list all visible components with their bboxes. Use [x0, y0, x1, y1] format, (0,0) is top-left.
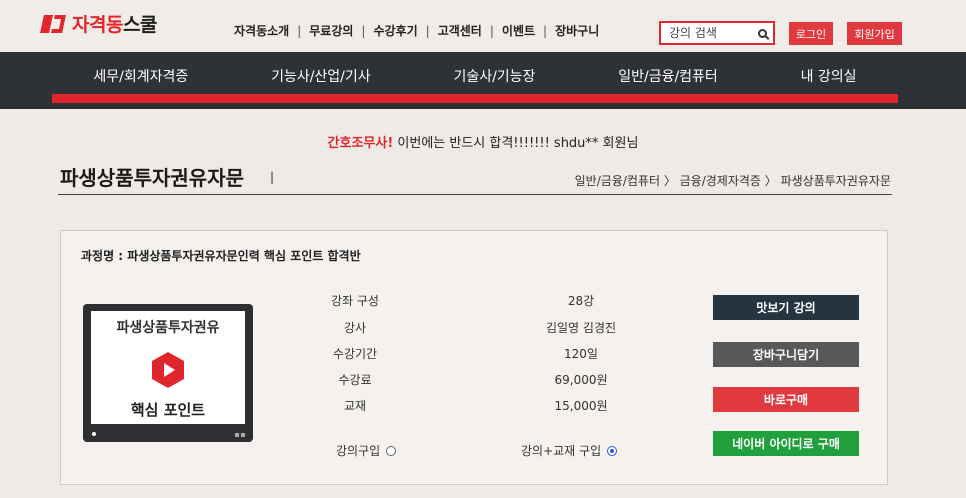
thumbnail-title: 파생상품투자권유 — [116, 320, 220, 336]
nav-separator: | — [297, 23, 302, 38]
category-master-craftsman[interactable]: 기술사/기능장 — [453, 66, 535, 86]
category-technician[interactable]: 기능사/산업/기사 — [271, 66, 371, 86]
category-my-classroom[interactable]: 내 강의실 — [801, 66, 857, 86]
nav-separator: | — [425, 23, 430, 38]
login-button[interactable]: 로그인 — [789, 22, 833, 45]
thumbnail-screen: 파생상품투자권유 핵심 포인트 — [91, 311, 245, 424]
nav-event[interactable]: 이벤트 — [502, 22, 535, 39]
logo-rest: 스쿨 — [122, 14, 157, 36]
nav-separator: | — [543, 23, 548, 38]
category-nav: 세무/회계자격증 기능사/산업/기사 기술사/기능장 일반/금융/컴퓨터 내 강… — [0, 52, 966, 109]
detail-label-lectures: 강좌 구성 — [331, 294, 379, 308]
detail-label-period: 수강기간 — [332, 347, 378, 361]
page-title: 파생상품투자권유자문 — [60, 166, 244, 190]
tablet-camera-icon — [92, 432, 96, 436]
title-rule — [58, 194, 892, 195]
detail-value-lectures: 28강 — [567, 294, 595, 308]
detail-value-period: 120일 — [564, 347, 598, 361]
add-to-cart-button[interactable]: 장바구니담기 — [713, 342, 859, 367]
nav-separator: | — [489, 23, 494, 38]
notice-highlight: 간호조무사! — [327, 136, 394, 151]
search-icon[interactable] — [758, 28, 767, 38]
site-logo[interactable]: 자격동스쿨 — [42, 10, 157, 37]
search-box — [659, 21, 775, 45]
notice-ticker: 간호조무사! 이번에는 반드시 합격!!!!!!! shdu** 회원님 — [0, 132, 966, 151]
detail-value-textbook: 15,000원 — [554, 399, 608, 413]
nav-free-lectures[interactable]: 무료강의 — [309, 22, 353, 39]
logo-text: 자격동스쿨 — [72, 10, 157, 37]
buy-now-button[interactable]: 바로구매 — [713, 387, 859, 412]
radio-lecture-only[interactable] — [386, 445, 397, 456]
notice-text: 이번에는 반드시 합격!!!!!!! shdu** 회원님 — [397, 136, 639, 151]
nav-cart[interactable]: 장바구니 — [555, 22, 599, 39]
nav-customer-center[interactable]: 고객센터 — [438, 22, 482, 39]
thumbnail-subtitle: 핵심 포인트 — [130, 401, 206, 419]
option-lecture-only[interactable]: 강의구입 — [336, 442, 397, 459]
radio-lecture-book[interactable] — [607, 445, 618, 456]
category-tax-accounting[interactable]: 세무/회계자격증 — [93, 66, 188, 86]
detail-label-textbook: 교재 — [343, 399, 367, 413]
option-lecture-book-label: 강의+교재 구입 — [521, 444, 602, 458]
category-underline — [52, 94, 898, 103]
detail-value-fee: 69,000원 — [554, 373, 608, 387]
naver-purchase-button[interactable]: 네이버 아이디로 구매 — [713, 431, 859, 456]
nav-about[interactable]: 자격동소개 — [234, 22, 289, 39]
detail-label-fee: 수강료 — [338, 373, 372, 387]
logo-accent: 자격동 — [72, 14, 123, 36]
play-icon[interactable] — [152, 352, 184, 388]
nav-separator: | — [361, 23, 366, 38]
option-lecture-book[interactable]: 강의+교재 구입 — [521, 442, 618, 459]
search-input[interactable] — [667, 25, 749, 41]
preview-button[interactable]: 맛보기 강의 — [713, 295, 859, 320]
breadcrumb: 일반/금융/컴퓨터 〉 금융/경제자격증 〉 파생상품투자권유자문 — [574, 174, 891, 188]
category-general-finance-computer[interactable]: 일반/금융/컴퓨터 — [618, 66, 718, 86]
logo-icon — [42, 13, 66, 35]
tablet-buttons-icon — [235, 433, 245, 437]
course-thumbnail[interactable]: 파생상품투자권유 핵심 포인트 — [83, 304, 253, 442]
course-panel: 과정명 : 파생상품투자권유자문인력 핵심 포인트 합격반 파생상품투자권유 핵… — [60, 230, 888, 485]
top-nav: 자격동소개 | 무료강의 | 수강후기 | 고객센터 | 이벤트 | 장바구니 — [234, 22, 599, 39]
top-header: 자격동스쿨 자격동소개 | 무료강의 | 수강후기 | 고객센터 | 이벤트 | 장바구니… — [0, 0, 966, 52]
detail-value-instructor: 김일영 김경진 — [545, 321, 617, 335]
course-name: 과정명 : 파생상품투자권유자문인력 핵심 포인트 합격반 — [81, 249, 361, 263]
detail-label-instructor: 강사 — [343, 321, 367, 335]
option-lecture-only-label: 강의구입 — [336, 444, 381, 458]
nav-reviews[interactable]: 수강후기 — [373, 22, 417, 39]
join-button[interactable]: 회원가입 — [847, 22, 902, 45]
title-divider: | — [270, 170, 275, 184]
